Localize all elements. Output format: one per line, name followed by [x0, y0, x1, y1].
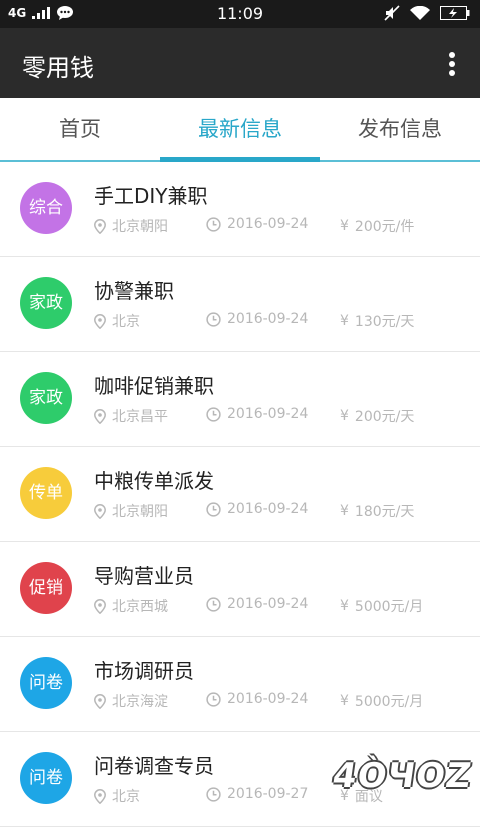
- pay-text: 5000元/月: [354, 694, 424, 710]
- job-location: 北京: [94, 786, 140, 806]
- job-location: 北京西城: [94, 596, 168, 616]
- location-pin-icon: [94, 408, 106, 424]
- job-pay: ¥ 200元/天: [340, 406, 414, 426]
- clock-icon: [206, 406, 221, 422]
- job-title: 市场调研员: [94, 659, 194, 683]
- job-list-item[interactable]: 传单 中粮传单派发 北京朝阳 2016-09-24 ¥ 180元/天: [0, 447, 480, 542]
- location-pin-icon: [94, 693, 106, 709]
- yuan-icon: ¥: [340, 503, 349, 519]
- location-pin-icon: [94, 598, 106, 614]
- location-text: 北京西城: [112, 599, 168, 615]
- location-pin-icon: [94, 503, 106, 519]
- watermark-logo: 4ÒЧOZ: [330, 756, 475, 796]
- job-pay: ¥ 130元/天: [340, 311, 414, 331]
- tab-home[interactable]: 首页: [0, 98, 160, 160]
- mute-icon: [384, 5, 400, 21]
- date-text: 2016-09-24: [227, 691, 309, 707]
- location-text: 北京昌平: [112, 409, 168, 425]
- job-title: 手工DIY兼职: [94, 184, 208, 208]
- yuan-icon: ¥: [340, 408, 349, 424]
- job-pay: ¥ 200元/件: [340, 216, 414, 236]
- job-date: 2016-09-24: [206, 501, 308, 517]
- status-right: [384, 5, 470, 21]
- job-list-item[interactable]: 家政 协警兼职 北京 2016-09-24 ¥ 130元/天: [0, 257, 480, 352]
- category-badge: 问卷: [20, 657, 72, 709]
- job-location: 北京昌平: [94, 406, 168, 426]
- category-badge: 家政: [20, 277, 72, 329]
- date-text: 2016-09-24: [227, 501, 309, 517]
- job-title: 中粮传单派发: [94, 469, 214, 493]
- tab-publish-info[interactable]: 发布信息: [320, 98, 480, 160]
- location-pin-icon: [94, 313, 106, 329]
- tab-latest-info[interactable]: 最新信息: [160, 98, 320, 160]
- job-title: 咖啡促销兼职: [94, 374, 214, 398]
- location-pin-icon: [94, 218, 106, 234]
- location-text: 北京: [112, 314, 140, 330]
- location-text: 北京: [112, 789, 140, 805]
- job-list-item[interactable]: 问卷 市场调研员 北京海淀 2016-09-24 ¥ 5000元/月: [0, 637, 480, 732]
- battery-icon: [440, 6, 470, 20]
- yuan-icon: ¥: [340, 598, 349, 614]
- job-title: 协警兼职: [94, 279, 174, 303]
- tab-bar: 首页 最新信息 发布信息: [0, 98, 480, 162]
- job-pay: ¥ 5000元/月: [340, 691, 423, 711]
- job-location: 北京朝阳: [94, 216, 168, 236]
- more-options-icon[interactable]: [448, 52, 456, 76]
- yuan-icon: ¥: [340, 313, 349, 329]
- location-text: 北京朝阳: [112, 504, 168, 520]
- wifi-icon: [410, 5, 430, 20]
- location-pin-icon: [94, 788, 106, 804]
- category-badge: 家政: [20, 372, 72, 424]
- job-date: 2016-09-24: [206, 311, 308, 327]
- job-location: 北京海淀: [94, 691, 168, 711]
- category-badge: 综合: [20, 182, 72, 234]
- job-list-item[interactable]: 促销 导购营业员 北京西城 2016-09-24 ¥ 5000元/月: [0, 542, 480, 637]
- date-text: 2016-09-24: [227, 596, 309, 612]
- location-text: 北京朝阳: [112, 219, 168, 235]
- date-text: 2016-09-24: [227, 216, 309, 232]
- pay-text: 180元/天: [354, 504, 415, 520]
- category-badge: 促销: [20, 562, 72, 614]
- clock-icon: [206, 691, 221, 707]
- location-text: 北京海淀: [112, 694, 168, 710]
- status-bar: 4G 11:09: [0, 0, 480, 28]
- job-pay: ¥ 180元/天: [340, 501, 414, 521]
- job-list-item[interactable]: 综合 手工DIY兼职 北京朝阳 2016-09-24 ¥ 200元/件: [0, 162, 480, 257]
- job-title: 问卷调查专员: [94, 754, 214, 778]
- job-list: 综合 手工DIY兼职 北京朝阳 2016-09-24 ¥ 200元/件 家政 协…: [0, 162, 480, 827]
- pay-text: 5000元/月: [354, 599, 424, 615]
- job-pay: ¥ 5000元/月: [340, 596, 423, 616]
- job-location: 北京朝阳: [94, 501, 168, 521]
- category-badge: 问卷: [20, 752, 72, 804]
- date-text: 2016-09-24: [227, 406, 309, 422]
- job-date: 2016-09-24: [206, 691, 308, 707]
- job-title: 导购营业员: [94, 564, 194, 588]
- yuan-icon: ¥: [340, 693, 349, 709]
- clock-icon: [206, 311, 221, 327]
- pay-text: 200元/天: [354, 409, 415, 425]
- job-location: 北京: [94, 311, 140, 331]
- app-title: 零用钱: [22, 54, 94, 82]
- clock-icon: [206, 501, 221, 517]
- job-date: 2016-09-24: [206, 406, 308, 422]
- clock-icon: [206, 786, 221, 802]
- app-bar: 零用钱: [0, 28, 480, 98]
- job-date: 2016-09-24: [206, 216, 308, 232]
- date-text: 2016-09-24: [227, 311, 309, 327]
- yuan-icon: ¥: [340, 218, 349, 234]
- category-badge: 传单: [20, 467, 72, 519]
- clock-icon: [206, 216, 221, 232]
- pay-text: 200元/件: [354, 219, 415, 235]
- clock-icon: [206, 596, 221, 612]
- pay-text: 130元/天: [354, 314, 415, 330]
- job-date: 2016-09-24: [206, 596, 308, 612]
- job-list-item[interactable]: 家政 咖啡促销兼职 北京昌平 2016-09-24 ¥ 200元/天: [0, 352, 480, 447]
